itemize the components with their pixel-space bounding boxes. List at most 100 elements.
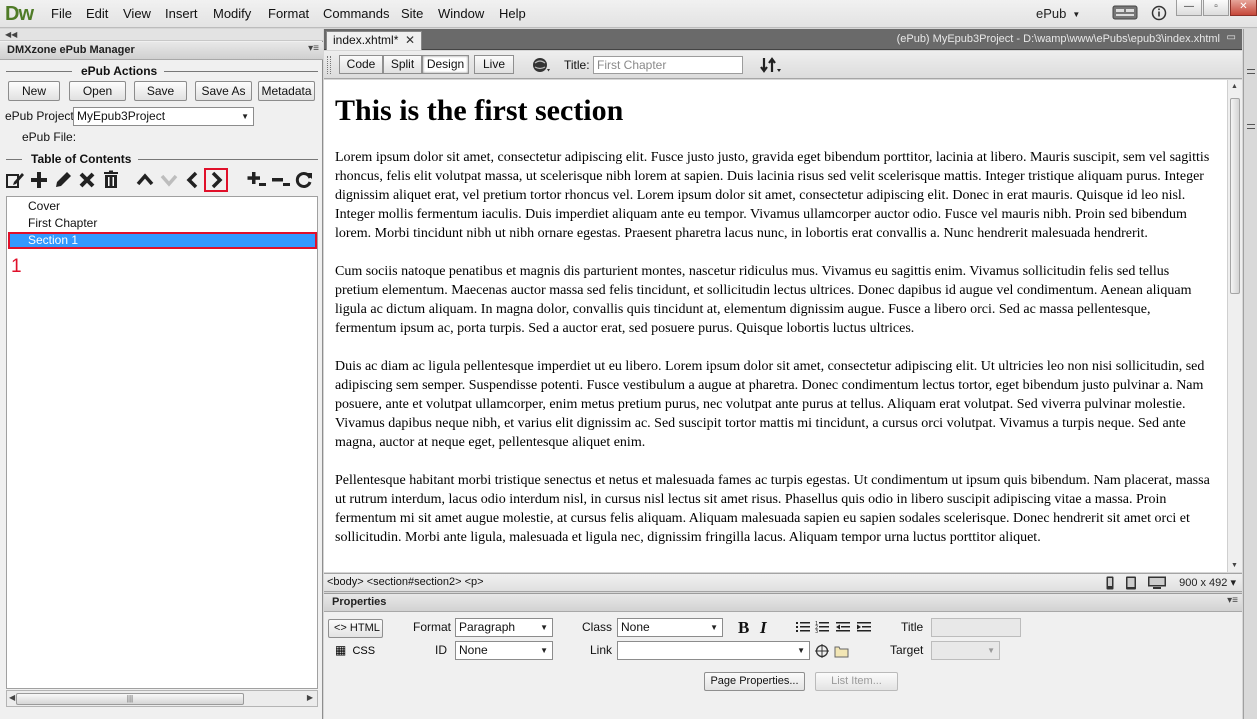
move-down-icon[interactable] [159,170,179,190]
maximize-button[interactable]: ▫ [1203,0,1229,16]
italic-button[interactable]: I [760,618,767,638]
sync-settings-icon[interactable] [1112,4,1138,24]
panel-options-icon[interactable]: ▾≡ [1227,595,1238,606]
divider [1247,128,1255,129]
scroll-thumb[interactable] [1230,98,1240,294]
scroll-down-icon[interactable]: ▼ [1231,562,1238,569]
add-child-icon[interactable] [247,170,267,190]
window-size-readout[interactable]: 900 x 492 ▾ [1179,576,1236,589]
trash-icon[interactable] [101,170,121,190]
metadata-button[interactable]: Metadata [258,81,315,101]
class-label: Class [582,620,613,634]
outdent-text-icon[interactable] [836,620,850,637]
horizontal-scrollbar[interactable]: ◀ ||| ▶ [6,690,318,707]
minimize-button[interactable]: — [1176,0,1202,16]
menu-file[interactable]: File [51,6,72,21]
pencil-icon[interactable] [53,170,73,190]
scroll-left-icon[interactable]: ◀ [9,693,15,702]
save-as-button[interactable]: Save As [195,81,252,101]
toc-tree[interactable]: Cover First Chapter Section 1 [6,196,318,689]
divider [1247,73,1255,74]
menu-insert[interactable]: Insert [165,6,198,21]
tab-index-xhtml[interactable]: index.xhtml* ✕ [326,31,422,50]
target-select[interactable]: ▼ [931,641,1000,660]
indent-icon[interactable] [204,168,228,192]
edit-page-icon[interactable] [5,170,25,190]
globe-icon[interactable] [531,56,551,77]
design-view-button[interactable]: Design [422,55,469,74]
code-view-button[interactable]: Code [339,55,383,74]
menu-commands[interactable]: Commands [323,6,389,21]
info-icon[interactable] [1151,4,1167,24]
move-up-icon[interactable] [135,170,155,190]
menu-help[interactable]: Help [499,6,526,21]
menu-window[interactable]: Window [438,6,484,21]
file-management-icon[interactable] [759,56,783,77]
close-window-button[interactable]: ✕ [1230,0,1257,16]
collapse-panel-handle[interactable]: ◀◀ [0,29,323,41]
title-field[interactable] [931,618,1021,637]
delete-icon[interactable] [77,170,97,190]
epub-project-select[interactable]: MyEpub3Project ▼ [73,107,254,126]
link-input[interactable]: ▼ [617,641,810,660]
id-value: None [459,643,488,657]
id-select[interactable]: None ▼ [455,641,553,660]
mobile-size-icon[interactable] [1105,576,1115,593]
chevron-down-icon: ▼ [987,646,995,655]
chevron-down-icon: ▼ [1072,10,1081,20]
panel-options-icon[interactable]: ▾≡ [308,43,319,54]
format-select[interactable]: Paragraph ▼ [455,618,553,637]
document-toolbar: Code Split Design Live Title: First Chap… [324,51,1242,79]
toc-item-cover[interactable]: Cover [8,198,317,215]
collapsed-panel-strip[interactable] [1243,29,1257,719]
epub-actions-header: ePub Actions [0,64,323,78]
bold-button[interactable]: B [738,618,749,638]
workspace-label: ePub [1036,6,1067,21]
outdent-icon[interactable] [183,170,203,190]
toc-item-section-1[interactable]: Section 1 [8,232,317,249]
indent-text-icon[interactable] [857,620,871,637]
live-view-button[interactable]: Live [474,55,514,74]
panel-title: DMXzone ePub Manager [7,44,135,56]
split-view-button[interactable]: Split [383,55,422,74]
scroll-up-icon[interactable]: ▲ [1231,83,1238,90]
point-to-file-icon[interactable] [815,644,829,661]
scroll-right-icon[interactable]: ▶ [307,693,313,702]
scroll-thumb[interactable]: ||| [16,693,244,705]
list-item-button[interactable]: List Item... [815,672,898,691]
css-mode-button[interactable]: ▦ CSS [335,643,375,657]
tablet-size-icon[interactable] [1125,576,1137,593]
workspace-switcher[interactable]: ePub ▼ [1036,6,1080,21]
toc-item-first-chapter[interactable]: First Chapter [8,215,317,232]
close-tab-icon[interactable]: ✕ [405,32,415,49]
save-button[interactable]: Save [134,81,187,101]
unordered-list-icon[interactable] [796,620,810,637]
paragraph-4: Pellentesque habitant morbi tristique se… [335,473,1210,545]
design-view[interactable]: This is the first section Lorem ipsum do… [324,80,1227,572]
menu-site[interactable]: Site [401,6,423,21]
open-button[interactable]: Open [69,81,126,101]
tag-selector[interactable]: <body> <section#section2> <p> [327,576,484,588]
vertical-scrollbar[interactable]: ▲ ▼ [1227,80,1242,572]
browse-folder-icon[interactable] [834,645,849,661]
title-input[interactable]: First Chapter [593,56,743,74]
class-value: None [621,620,650,634]
ordered-list-icon[interactable]: 123 [815,620,829,637]
remove-child-icon[interactable] [271,170,291,190]
add-icon[interactable] [29,170,49,190]
restore-document-icon[interactable]: ▭ [1227,32,1236,43]
desktop-size-icon[interactable] [1147,576,1167,593]
page-properties-button[interactable]: Page Properties... [704,672,805,691]
toolbar-grip [327,56,331,74]
html-mode-button[interactable]: <> HTML [328,619,383,638]
menu-format[interactable]: Format [268,6,309,21]
menu-view[interactable]: View [123,6,151,21]
menu-modify[interactable]: Modify [213,6,251,21]
callout-number-1: 1 [11,256,22,277]
class-select[interactable]: None ▼ [617,618,723,637]
menu-edit[interactable]: Edit [86,6,108,21]
new-button[interactable]: New [8,81,60,101]
properties-panel: Properties ▾≡ <> HTML ▦ CSS Format Parag… [324,593,1242,719]
window-size-value: 900 x 492 [1179,577,1228,589]
refresh-icon[interactable] [294,170,314,190]
